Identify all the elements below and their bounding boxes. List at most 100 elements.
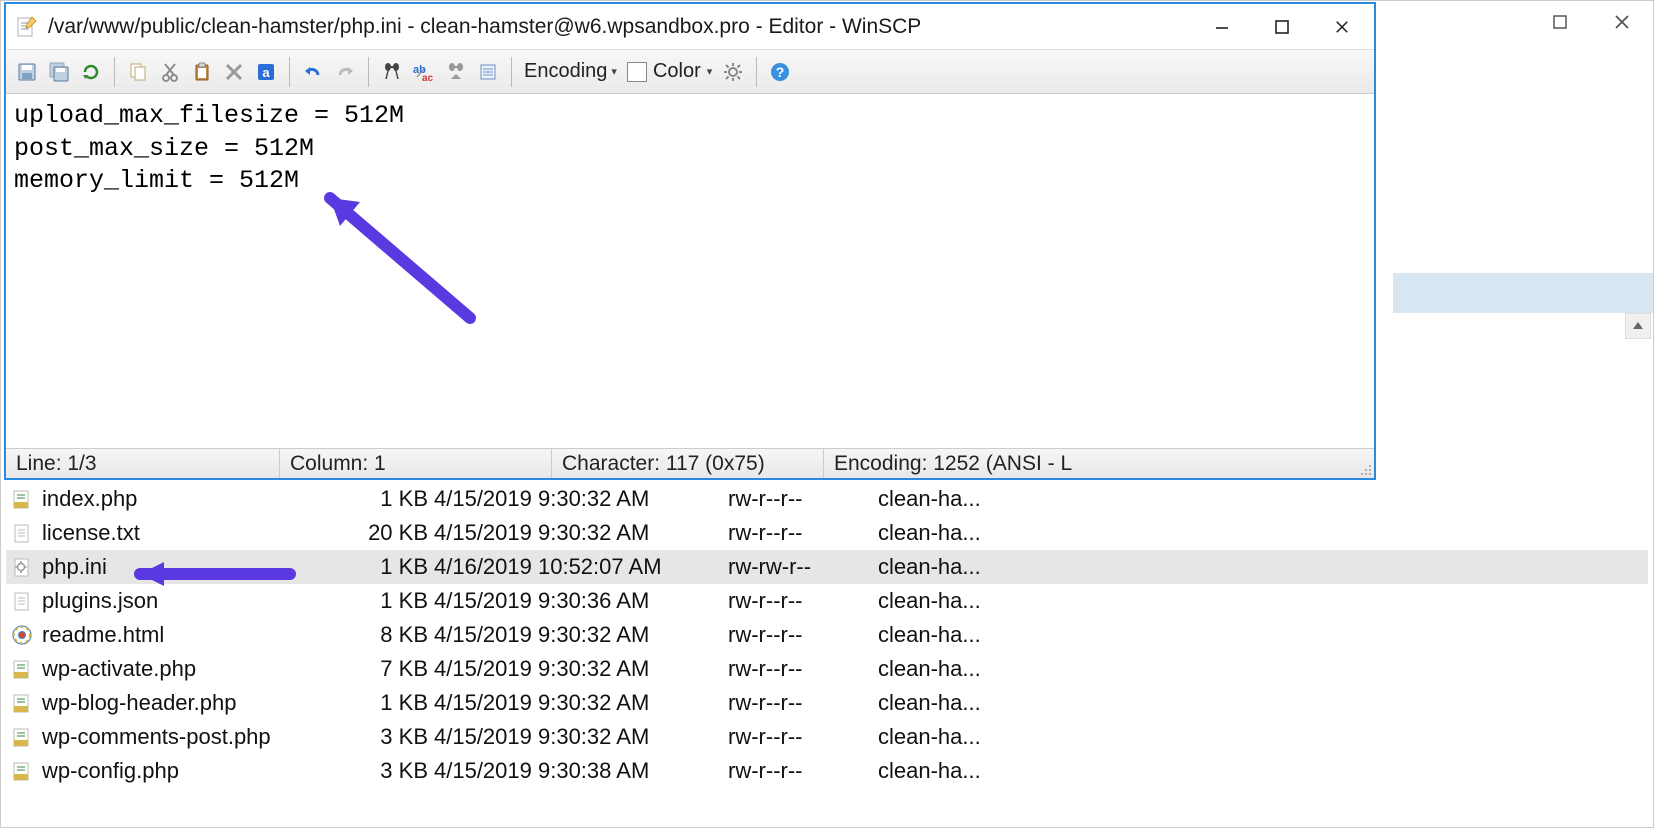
file-list[interactable]: index.php1 KB4/15/2019 9:30:32 AMrw-r--r… bbox=[6, 482, 1648, 828]
file-row[interactable]: wp-comments-post.php3 KB4/15/2019 9:30:3… bbox=[6, 720, 1648, 754]
file-rights: rw-r--r-- bbox=[728, 588, 878, 614]
redo-button[interactable] bbox=[330, 57, 360, 87]
file-row[interactable]: wp-config.php3 KB4/15/2019 9:30:38 AMrw-… bbox=[6, 754, 1648, 788]
file-size: 1 KB bbox=[354, 588, 434, 614]
file-date: 4/15/2019 9:30:32 AM bbox=[434, 656, 728, 682]
file-owner: clean-ha... bbox=[878, 588, 1038, 614]
find-button[interactable] bbox=[377, 57, 407, 87]
find-next-button[interactable] bbox=[441, 57, 471, 87]
file-row[interactable]: wp-blog-header.php1 KB4/15/2019 9:30:32 … bbox=[6, 686, 1648, 720]
file-type-icon bbox=[10, 657, 34, 681]
save-all-button[interactable] bbox=[44, 57, 74, 87]
file-type-icon bbox=[10, 521, 34, 545]
file-owner: clean-ha... bbox=[878, 690, 1038, 716]
file-name: php.ini bbox=[42, 554, 354, 580]
bg-selected-row-hint bbox=[1393, 273, 1653, 313]
file-rights: rw-r--r-- bbox=[728, 656, 878, 682]
file-size: 8 KB bbox=[354, 622, 434, 648]
file-size: 1 KB bbox=[354, 554, 434, 580]
file-type-icon bbox=[10, 555, 34, 579]
reload-button[interactable] bbox=[76, 57, 106, 87]
select-all-button[interactable]: a bbox=[251, 57, 281, 87]
file-owner: clean-ha... bbox=[878, 554, 1038, 580]
status-character: Character: 117 (0x75) bbox=[552, 449, 824, 478]
file-type-icon bbox=[10, 589, 34, 613]
file-rights: rw-r--r-- bbox=[728, 520, 878, 546]
editor-app-icon bbox=[14, 15, 38, 39]
editor-content[interactable]: upload_max_filesize = 512M post_max_size… bbox=[6, 94, 1374, 204]
status-bar: Line: 1/3 Column: 1 Character: 117 (0x75… bbox=[6, 448, 1374, 478]
status-line: Line: 1/3 bbox=[6, 449, 280, 478]
file-rights: rw-rw-r-- bbox=[728, 554, 878, 580]
file-row[interactable]: license.txt20 KB4/15/2019 9:30:32 AMrw-r… bbox=[6, 516, 1648, 550]
status-encoding: Encoding: 1252 (ANSI - L bbox=[824, 449, 1352, 478]
delete-button[interactable] bbox=[219, 57, 249, 87]
file-date: 4/15/2019 9:30:32 AM bbox=[434, 622, 728, 648]
goto-button[interactable] bbox=[473, 57, 503, 87]
svg-text:ac: ac bbox=[422, 73, 434, 83]
file-row[interactable]: plugins.json1 KB4/15/2019 9:30:36 AMrw-r… bbox=[6, 584, 1648, 618]
file-row[interactable]: readme.html8 KB4/15/2019 9:30:32 AMrw-r-… bbox=[6, 618, 1648, 652]
file-name: index.php bbox=[42, 486, 354, 512]
window-title: /var/www/public/clean-hamster/php.ini - … bbox=[48, 15, 1192, 39]
file-rights: rw-r--r-- bbox=[728, 690, 878, 716]
file-size: 20 KB bbox=[354, 520, 434, 546]
resize-grip[interactable] bbox=[1352, 449, 1374, 478]
minimize-button[interactable] bbox=[1192, 6, 1252, 48]
toolbar-separator bbox=[756, 57, 757, 87]
preferences-button[interactable] bbox=[718, 57, 748, 87]
bg-window-controls bbox=[1373, 1, 1653, 47]
file-row[interactable]: php.ini1 KB4/16/2019 10:52:07 AMrw-rw-r-… bbox=[6, 550, 1648, 584]
paste-button[interactable] bbox=[187, 57, 217, 87]
encoding-dropdown[interactable]: Encoding ▾ bbox=[520, 60, 621, 83]
editor-titlebar[interactable]: /var/www/public/clean-hamster/php.ini - … bbox=[6, 4, 1374, 50]
file-date: 4/16/2019 10:52:07 AM bbox=[434, 554, 728, 580]
toolbar-separator bbox=[289, 57, 290, 87]
file-owner: clean-ha... bbox=[878, 520, 1038, 546]
file-owner: clean-ha... bbox=[878, 622, 1038, 648]
close-button[interactable] bbox=[1312, 6, 1372, 48]
file-date: 4/15/2019 9:30:32 AM bbox=[434, 486, 728, 512]
bg-scroll-up-button[interactable] bbox=[1625, 313, 1651, 339]
file-date: 4/15/2019 9:30:36 AM bbox=[434, 588, 728, 614]
file-owner: clean-ha... bbox=[878, 486, 1038, 512]
toolbar-separator bbox=[368, 57, 369, 87]
file-row[interactable]: index.php1 KB4/15/2019 9:30:32 AMrw-r--r… bbox=[6, 482, 1648, 516]
save-button[interactable] bbox=[12, 57, 42, 87]
editor-window: /var/www/public/clean-hamster/php.ini - … bbox=[4, 2, 1376, 480]
file-name: plugins.json bbox=[42, 588, 354, 614]
copy-button[interactable] bbox=[123, 57, 153, 87]
svg-text:?: ? bbox=[776, 64, 785, 80]
file-type-icon bbox=[10, 759, 34, 783]
status-column: Column: 1 bbox=[280, 449, 552, 478]
replace-button[interactable]: abac bbox=[409, 57, 439, 87]
editor-text-area[interactable]: upload_max_filesize = 512M post_max_size… bbox=[6, 94, 1374, 448]
color-dropdown[interactable]: Color ▾ bbox=[623, 60, 716, 83]
file-type-icon bbox=[10, 623, 34, 647]
cut-button[interactable] bbox=[155, 57, 185, 87]
file-size: 1 KB bbox=[354, 690, 434, 716]
file-date: 4/15/2019 9:30:32 AM bbox=[434, 520, 728, 546]
bg-close-button[interactable] bbox=[1591, 1, 1653, 43]
help-button[interactable]: ? bbox=[765, 57, 795, 87]
file-owner: clean-ha... bbox=[878, 758, 1038, 784]
dropdown-arrow-icon: ▾ bbox=[611, 65, 617, 78]
editor-toolbar: a abac Encoding ▾ Color ▾ bbox=[6, 50, 1374, 94]
file-row[interactable]: wp-activate.php7 KB4/15/2019 9:30:32 AMr… bbox=[6, 652, 1648, 686]
maximize-button[interactable] bbox=[1252, 6, 1312, 48]
file-name: wp-activate.php bbox=[42, 656, 354, 682]
file-owner: clean-ha... bbox=[878, 724, 1038, 750]
file-rights: rw-r--r-- bbox=[728, 724, 878, 750]
file-date: 4/15/2019 9:30:32 AM bbox=[434, 724, 728, 750]
file-name: wp-comments-post.php bbox=[42, 724, 354, 750]
file-type-icon bbox=[10, 725, 34, 749]
bg-maximize-button[interactable] bbox=[1529, 1, 1591, 43]
file-size: 3 KB bbox=[354, 724, 434, 750]
file-date: 4/15/2019 9:30:32 AM bbox=[434, 690, 728, 716]
file-name: license.txt bbox=[42, 520, 354, 546]
file-name: readme.html bbox=[42, 622, 354, 648]
file-type-icon bbox=[10, 691, 34, 715]
undo-button[interactable] bbox=[298, 57, 328, 87]
file-size: 1 KB bbox=[354, 486, 434, 512]
svg-text:a: a bbox=[262, 65, 270, 80]
